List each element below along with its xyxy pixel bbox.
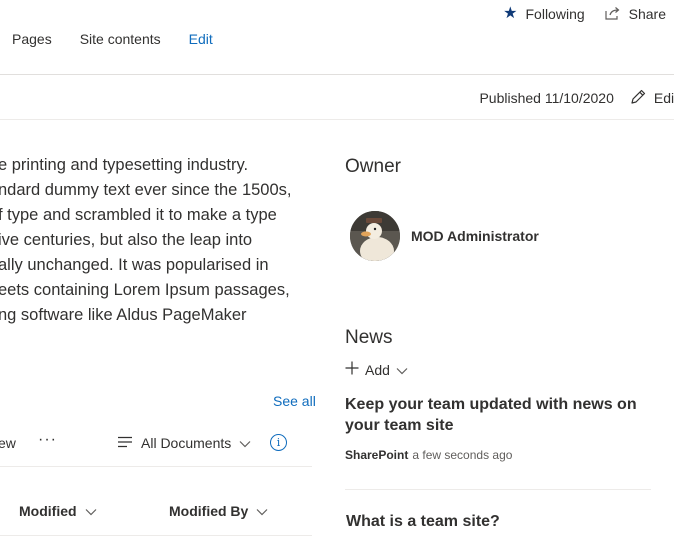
text-line: ally unchanged. It was popularised in [0, 256, 269, 274]
news-meta: SharePoint a few seconds ago [345, 448, 512, 462]
share-label: Share [628, 6, 666, 22]
chevron-down-icon [256, 503, 268, 519]
view-list-icon [117, 435, 133, 451]
news-add-label: Add [365, 361, 390, 378]
divider [0, 119, 674, 120]
column-header-modified-by[interactable]: Modified By [169, 503, 268, 519]
divider [0, 535, 312, 536]
owner-name[interactable]: MOD Administrator [411, 228, 539, 244]
owner-section-title: Owner [345, 156, 401, 177]
divider [0, 466, 312, 467]
documents-see-all-link[interactable]: See all [273, 393, 316, 409]
pencil-icon [630, 89, 646, 108]
site-nav: Pages Site contents Edit [12, 30, 241, 48]
text-line: f type and scrambled it to make a type [0, 206, 277, 224]
avatar[interactable] [350, 211, 400, 261]
divider [345, 489, 651, 490]
text-line: eets containing Lorem Ipsum passages, [0, 281, 290, 299]
nav-edit-link[interactable]: Edit [189, 31, 213, 47]
page-edit-button[interactable]: Edit [630, 89, 674, 108]
share-icon [605, 6, 621, 23]
share-button[interactable]: Share [605, 6, 666, 23]
plus-icon [345, 361, 359, 378]
column-header-modified[interactable]: Modified [19, 503, 97, 519]
publish-bar: Published 11/10/2020 Edit [479, 88, 674, 108]
column-header-label: Modified By [169, 503, 249, 519]
news-section-title: News [345, 327, 393, 348]
info-icon[interactable]: i [270, 434, 287, 451]
text-line: ive centuries, but also the leap into [0, 231, 253, 249]
view-name: All Documents [141, 435, 232, 451]
chevron-down-icon [396, 362, 408, 378]
text-line: e printing and typesetting industry. [0, 156, 249, 174]
nav-item-site-contents[interactable]: Site contents [80, 31, 161, 47]
chevron-down-icon [85, 503, 97, 519]
publish-status: Published 11/10/2020 [479, 90, 614, 106]
news-time: a few seconds ago [412, 448, 513, 462]
page-edit-label: Edit [653, 90, 674, 106]
top-action-bar: ★ Following Share [503, 4, 666, 24]
following-button[interactable]: ★ Following [503, 5, 585, 23]
documents-toolbar: ew ··· All Documents i [0, 431, 312, 455]
more-options-button[interactable]: ··· [38, 431, 57, 449]
news-source[interactable]: SharePoint [345, 448, 408, 462]
nav-item-pages[interactable]: Pages [12, 31, 52, 47]
news-next-headline[interactable]: What is a team site? [346, 513, 500, 531]
news-headline[interactable]: Keep your team updated with news on your… [345, 394, 645, 436]
news-add-button[interactable]: Add [345, 361, 408, 378]
text-line: ng software like Aldus PageMaker [0, 306, 247, 324]
text-line: ndard dummy text ever since the 1500s, [0, 181, 292, 199]
divider [0, 74, 674, 75]
text-web-part: e printing and typesetting industry. nda… [0, 153, 318, 328]
following-label: Following [525, 6, 585, 22]
chevron-down-icon [239, 435, 251, 451]
star-icon: ★ [503, 5, 518, 22]
view-button-fragment[interactable]: ew [0, 435, 16, 451]
column-header-label: Modified [19, 503, 77, 519]
view-selector[interactable]: All Documents [117, 435, 251, 451]
